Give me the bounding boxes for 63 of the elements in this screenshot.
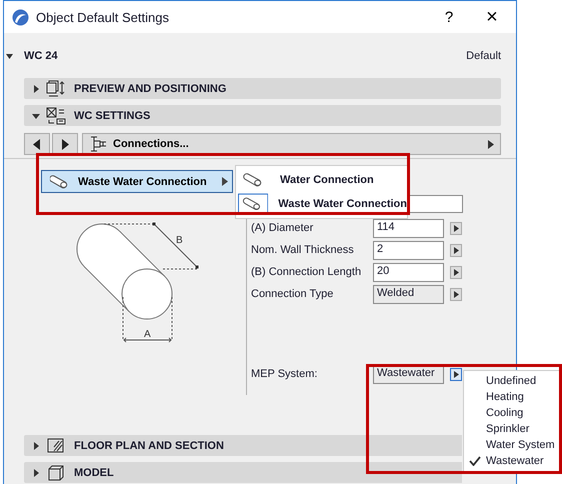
- right-arrow-icon: [61, 138, 69, 150]
- parameter-label: Connection Type: [251, 288, 334, 300]
- right-arrow-icon: [454, 224, 458, 232]
- dimension-label: A: [144, 329, 151, 340]
- caret-icon[interactable]: [6, 54, 13, 59]
- submenu-item[interactable]: Waste Water Connection: [236, 192, 407, 216]
- parameter-label: (B) Connection Length: [251, 266, 362, 278]
- parameter-label: MEP System:: [251, 368, 318, 380]
- option-label: Heating: [486, 391, 524, 403]
- section-title: MODEL: [74, 466, 114, 478]
- dimension-line: [122, 296, 172, 342]
- right-arrow-icon: [454, 290, 458, 298]
- parameter-field[interactable]: 20: [373, 262, 444, 282]
- mep-menu-button[interactable]: [450, 368, 462, 380]
- option-label: Water System: [486, 439, 555, 451]
- right-arrow-icon: [454, 268, 458, 276]
- option-label: Sprinkler: [486, 423, 530, 435]
- section-title: WC SETTINGS: [74, 110, 150, 122]
- section-header[interactable]: MODEL: [24, 462, 462, 483]
- settings-list-icon: [46, 106, 66, 124]
- parameter-dropdown[interactable]: Welded: [373, 284, 444, 304]
- dimension-label: B: [176, 235, 183, 246]
- parameter-field[interactable]: 114: [373, 218, 444, 238]
- menu-option[interactable]: Wastewater: [464, 453, 559, 469]
- app-logo-icon: [12, 8, 29, 26]
- preview-icon: [46, 80, 66, 98]
- close-button[interactable]: ×: [474, 6, 510, 28]
- item-label: Waste Water Connection: [278, 198, 407, 210]
- option-label: Cooling: [486, 407, 524, 419]
- checkmark-icon: [469, 456, 481, 466]
- parameter-label: Nom. Wall Thickness: [251, 244, 355, 256]
- parameter-label: (A) Diameter: [251, 222, 314, 234]
- left-arrow-icon: [33, 138, 41, 150]
- right-arrow-icon: [488, 140, 494, 148]
- item-label: Water Connection: [280, 174, 374, 186]
- parameter-field[interactable]: 2: [373, 240, 444, 260]
- window-title: Object Default Settings: [36, 10, 170, 24]
- right-arrow-icon: [454, 246, 458, 254]
- connection-button[interactable]: Waste Water Connection: [41, 170, 233, 193]
- parameter-menu-button[interactable]: [450, 222, 462, 234]
- page-selector[interactable]: Connections...: [82, 133, 501, 155]
- previous-button[interactable]: [24, 133, 50, 155]
- help-button[interactable]: ?: [431, 8, 467, 26]
- section-header[interactable]: PREVIEW AND POSITIONING: [24, 78, 501, 99]
- object-name: WC 24: [24, 50, 58, 62]
- next-button[interactable]: [52, 133, 78, 155]
- cube-icon: [46, 464, 66, 482]
- right-arrow-icon: [454, 370, 458, 378]
- preset-label: Default: [466, 50, 501, 62]
- option-label: Undefined: [486, 375, 536, 387]
- submenu-item[interactable]: Water Connection: [236, 168, 407, 192]
- section-header[interactable]: FLOOR PLAN AND SECTION: [24, 435, 462, 456]
- parameter-menu-button[interactable]: [450, 266, 462, 278]
- pipe-icon: [50, 174, 70, 188]
- option-label: Wastewater: [486, 455, 544, 467]
- section-title: FLOOR PLAN AND SECTION: [74, 440, 224, 452]
- section-title: PREVIEW AND POSITIONING: [74, 82, 226, 94]
- parameter-menu-button[interactable]: [450, 288, 462, 300]
- section-header[interactable]: WC SETTINGS: [24, 105, 501, 126]
- floor-plan-icon: [46, 436, 66, 454]
- parameter-menu-button[interactable]: [450, 244, 462, 256]
- connection-icon: [89, 136, 109, 152]
- submenu-arrow-icon: [222, 177, 228, 186]
